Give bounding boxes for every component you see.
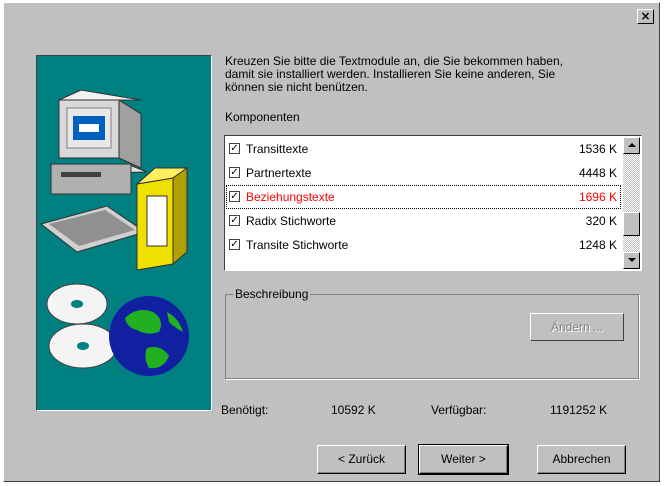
- next-button[interactable]: Weiter >: [418, 444, 509, 475]
- components-label: Komponenten: [225, 110, 300, 124]
- checkbox[interactable]: ✓: [229, 167, 240, 178]
- cancel-button[interactable]: Abbrechen: [537, 445, 626, 474]
- list-item[interactable]: ✓ Transite Stichworte 1248 K: [226, 233, 621, 257]
- description-group: Beschreibung Ändern ...: [225, 287, 639, 379]
- back-button[interactable]: < Zurück: [317, 445, 406, 474]
- setup-illustration: [36, 55, 212, 411]
- scroll-up-button[interactable]: [623, 137, 640, 154]
- instruction-text: Kreuzen Sie bitte die Textmodule an, die…: [225, 55, 645, 94]
- component-size: 1248 K: [578, 238, 617, 252]
- component-name: Beziehungstexte: [246, 190, 335, 204]
- arrow-up-icon: [628, 143, 636, 147]
- checkbox[interactable]: ✓: [229, 215, 240, 226]
- description-legend: Beschreibung: [233, 287, 311, 301]
- component-size: 1696 K: [578, 190, 617, 204]
- component-size: 4448 K: [578, 166, 617, 180]
- component-name: Transite Stichworte: [246, 238, 349, 252]
- close-button[interactable]: ×: [637, 9, 654, 24]
- required-label: Benötigt:: [221, 403, 269, 417]
- component-name: Transittexte: [246, 142, 309, 156]
- available-value: 1191252 K: [550, 403, 608, 417]
- list-item[interactable]: ✓ Radix Stichworte 320 K: [226, 209, 621, 233]
- change-button: Ändern ...: [530, 313, 624, 341]
- required-value: 10592 K: [331, 403, 376, 417]
- component-name: Partnertexte: [246, 166, 312, 180]
- checkbox[interactable]: ✓: [229, 143, 240, 154]
- available-label: Verfügbar:: [431, 403, 487, 417]
- setup-dialog: × Kreuzen Sie bitte die Textmodule an, d…: [3, 2, 660, 482]
- checkbox[interactable]: ✓: [229, 191, 240, 202]
- components-listbox[interactable]: ✓ Transittexte 1536 K ✓ Partnertexte 444…: [224, 135, 642, 271]
- list-item[interactable]: ✓ Transittexte 1536 K: [226, 137, 621, 161]
- list-item[interactable]: ✓ Partnertexte 4448 K: [226, 161, 621, 185]
- instruction-line: können sie nicht benützen.: [225, 80, 368, 94]
- title-bar: ×: [6, 5, 657, 27]
- component-size: 1536 K: [578, 142, 617, 156]
- checkbox[interactable]: ✓: [229, 239, 240, 250]
- component-name: Radix Stichworte: [246, 214, 337, 228]
- component-size: 320 K: [585, 214, 617, 228]
- arrow-down-icon: [628, 258, 636, 262]
- vertical-scrollbar[interactable]: [623, 137, 640, 269]
- scroll-down-button[interactable]: [623, 252, 640, 269]
- scroll-thumb[interactable]: [623, 212, 640, 236]
- list-item-selected[interactable]: ✓ Beziehungstexte 1696 K: [226, 185, 621, 209]
- computer-and-globe-image: [39, 89, 189, 376]
